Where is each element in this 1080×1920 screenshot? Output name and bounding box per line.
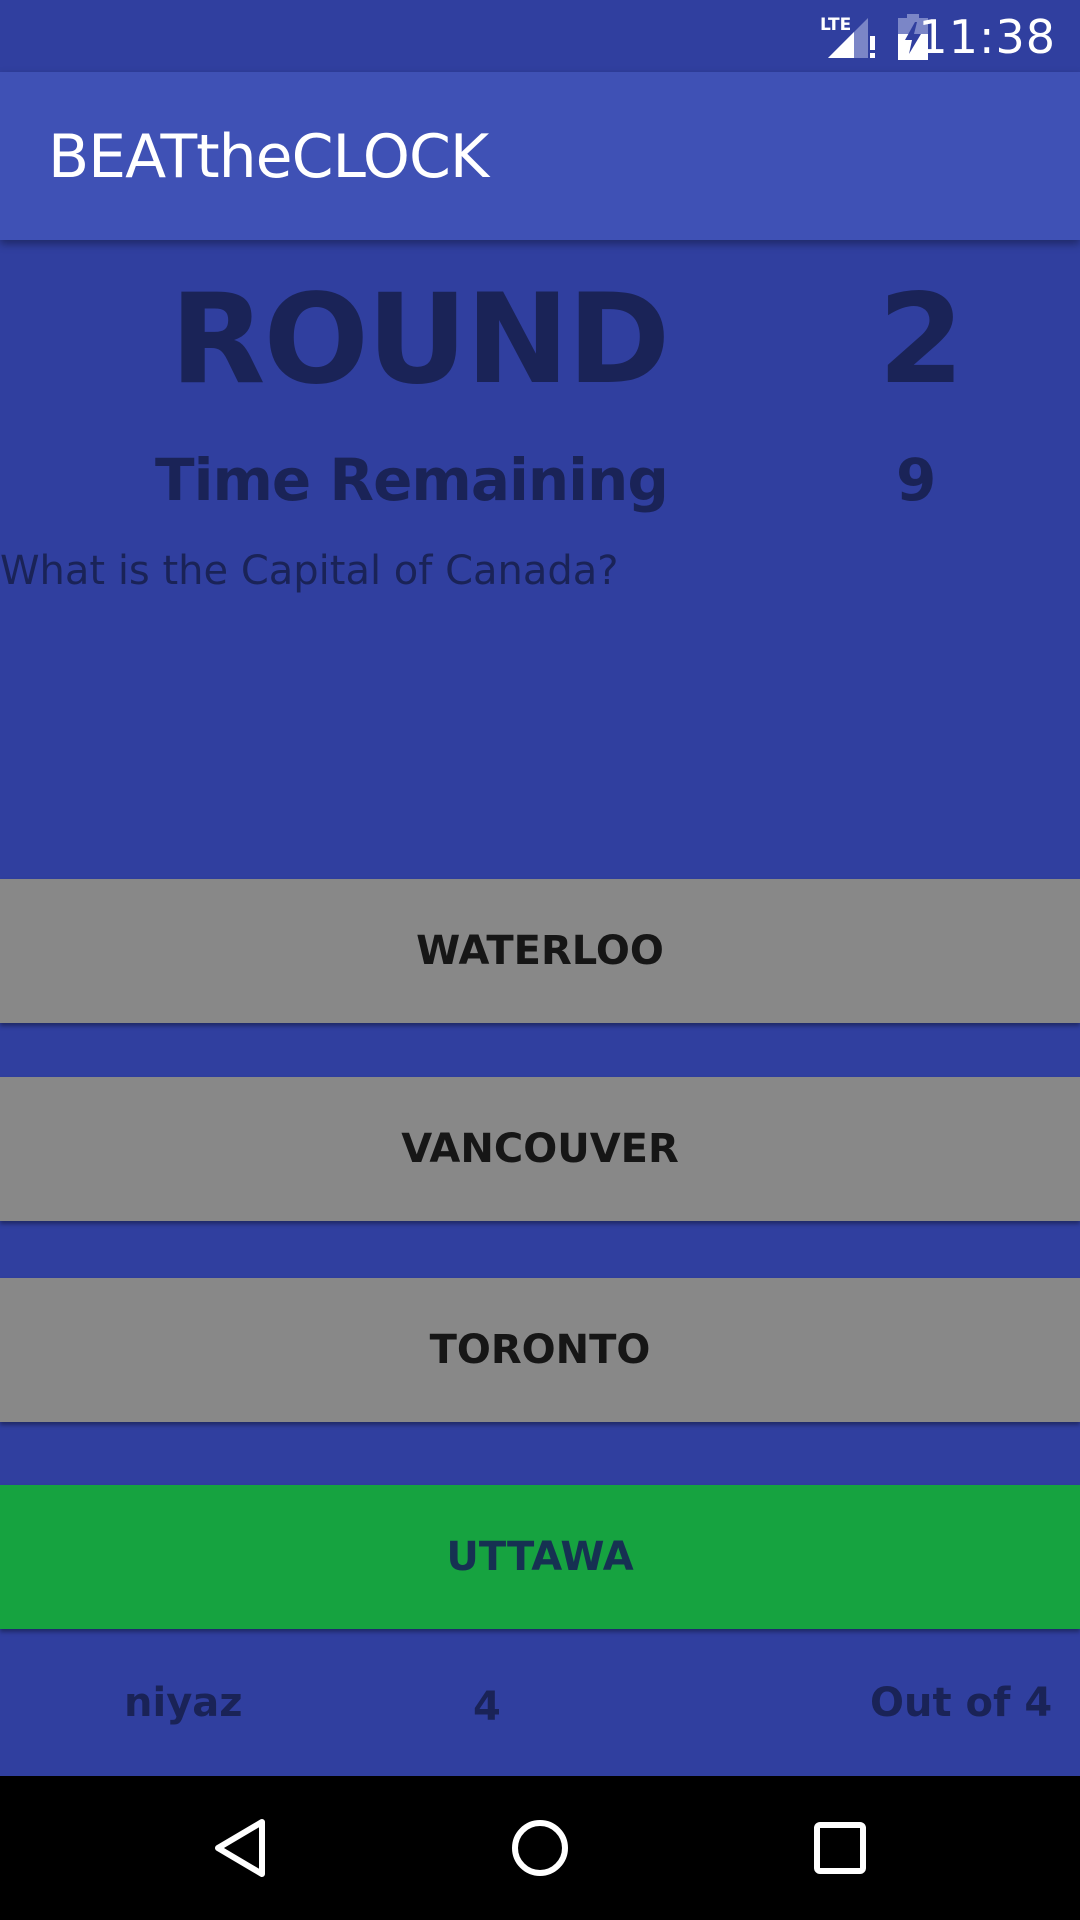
recents-icon[interactable] bbox=[800, 1808, 880, 1888]
navigation-bar bbox=[0, 1776, 1080, 1920]
back-icon[interactable] bbox=[200, 1808, 280, 1888]
screen: LTE 11:38 BEATtheCLOCK ROUND 2 Time Rema… bbox=[0, 0, 1080, 1920]
answer-button-waterloo[interactable]: WATERLOO bbox=[0, 879, 1080, 1023]
signal-icon: LTE bbox=[820, 15, 875, 58]
score-total: Out of 4 bbox=[870, 1680, 1053, 1726]
answer-button-uttawa[interactable]: UTTAWA bbox=[0, 1485, 1080, 1629]
round-label: ROUND bbox=[170, 268, 670, 412]
app-title: BEATtheCLOCK bbox=[48, 122, 489, 192]
status-time: 11:38 bbox=[918, 10, 1056, 64]
score-value: 4 bbox=[473, 1684, 501, 1730]
time-remaining-label: Time Remaining bbox=[155, 446, 669, 514]
network-type-label: LTE bbox=[820, 15, 851, 35]
answer-button-vancouver[interactable]: VANCOUVER bbox=[0, 1077, 1080, 1221]
time-remaining-value: 9 bbox=[896, 446, 937, 514]
round-value: 2 bbox=[878, 268, 965, 412]
status-bar: LTE 11:38 bbox=[0, 0, 1080, 72]
app-bar: BEATtheCLOCK bbox=[0, 72, 1080, 240]
player-name: niyaz bbox=[124, 1680, 243, 1726]
question-text: What is the Capital of Canada? bbox=[0, 548, 619, 594]
home-icon[interactable] bbox=[500, 1808, 580, 1888]
answer-button-toronto[interactable]: TORONTO bbox=[0, 1278, 1080, 1422]
